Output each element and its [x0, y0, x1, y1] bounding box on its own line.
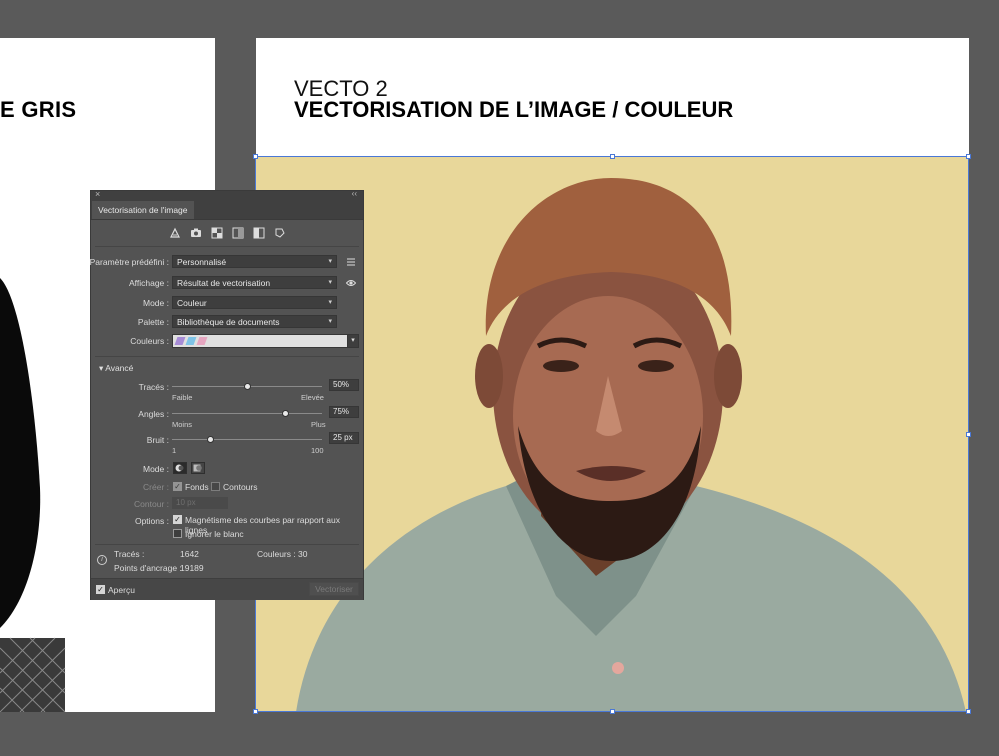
- preset-dropdown[interactable]: Personnalisé ▾: [172, 255, 337, 268]
- grayscale-icon[interactable]: [232, 227, 244, 239]
- divider: [95, 356, 359, 357]
- method-label: Mode :: [143, 464, 169, 474]
- palette-value: Bibliothèque de documents: [177, 317, 280, 327]
- left-artboard-title: E GRIS: [0, 97, 77, 122]
- grayscale-portrait-image: [0, 278, 66, 712]
- anchors-count-value: 19189: [180, 563, 204, 573]
- fills-checkbox[interactable]: ✓: [173, 482, 182, 491]
- ignore-white-label: Ignorer le blanc: [185, 529, 244, 539]
- preset-icon-row: [91, 225, 363, 243]
- paths-max-label: Elevée: [301, 393, 324, 402]
- paths-slider-thumb[interactable]: [244, 383, 251, 390]
- colors-count-label: Couleurs :: [257, 549, 296, 559]
- ignore-white-checkbox[interactable]: [173, 529, 182, 538]
- palette-dropdown[interactable]: Bibliothèque de documents ▾: [172, 315, 337, 328]
- triangle-down-icon: ▾: [99, 363, 104, 373]
- image-trace-panel: × ‹‹ Vectorisation de l'image Paramètre …: [89, 189, 364, 600]
- tab-image-trace[interactable]: Vectorisation de l'image: [92, 201, 194, 219]
- angles-max-label: Plus: [311, 420, 326, 429]
- panel-footer: ✓ Aperçu Vectoriser: [91, 578, 363, 600]
- preset-value: Personnalisé: [177, 257, 227, 267]
- stroke-value-input[interactable]: 10 px: [172, 497, 228, 509]
- high-color-icon[interactable]: [190, 227, 202, 239]
- strokes-label: Contours: [223, 482, 258, 492]
- colors-count-value: 30: [298, 549, 308, 559]
- color-swatches[interactable]: [172, 334, 348, 348]
- eye-icon[interactable]: [346, 278, 356, 288]
- preview-checkbox[interactable]: ✓: [96, 585, 105, 594]
- auto-color-icon[interactable]: [169, 227, 181, 239]
- paths-count-label: Tracés :: [114, 549, 145, 559]
- anchors-count-label: Points d'ancrage :: [114, 563, 182, 573]
- angles-slider-track[interactable]: [172, 413, 322, 414]
- angles-value-input[interactable]: 75%: [329, 406, 359, 418]
- color-swatch[interactable]: [174, 337, 186, 345]
- chevron-down-icon: ▾: [328, 258, 332, 265]
- display-dropdown[interactable]: Résultat de vectorisation ▾: [172, 276, 337, 289]
- overlapping-method-button[interactable]: [191, 462, 205, 474]
- low-color-icon[interactable]: [211, 227, 223, 239]
- mode-dropdown[interactable]: Couleur ▾: [172, 296, 337, 309]
- paths-value-input[interactable]: 50%: [329, 379, 359, 391]
- mode-value: Couleur: [177, 298, 207, 308]
- create-label: Créer :: [143, 482, 169, 492]
- display-value: Résultat de vectorisation: [177, 278, 271, 288]
- noise-slider-track[interactable]: [172, 439, 322, 440]
- colors-label: Couleurs :: [130, 336, 169, 346]
- options-label: Options :: [134, 516, 169, 526]
- display-label: Affichage :: [128, 278, 169, 288]
- divider: [95, 544, 359, 545]
- angles-slider-thumb[interactable]: [281, 410, 289, 417]
- preset-label: Paramètre prédéfini :: [89, 257, 169, 267]
- color-swatch[interactable]: [185, 337, 197, 345]
- paths-min-label: Faible: [172, 393, 193, 402]
- fills-label: Fonds: [185, 482, 209, 492]
- preview-label: Aperçu: [108, 585, 135, 595]
- paths-label: Tracés :: [138, 382, 169, 392]
- info-icon: i: [97, 555, 107, 565]
- noise-min-label: 1: [172, 446, 177, 455]
- swatch-menu-button[interactable]: ▾: [347, 334, 359, 348]
- mode-label: Mode :: [143, 298, 169, 308]
- noise-label: Bruit :: [146, 435, 169, 445]
- angles-min-label: Moins: [172, 420, 193, 429]
- strokes-checkbox[interactable]: [211, 482, 220, 491]
- abutting-icon: [175, 464, 184, 472]
- panel-tab-bar: Vectorisation de l'image: [91, 201, 363, 220]
- chevron-down-icon: ▾: [328, 299, 332, 306]
- stroke-label: Contour :: [134, 499, 169, 509]
- noise-max-label: 100: [311, 446, 324, 455]
- preset-list-icon[interactable]: [346, 257, 356, 267]
- collapse-icon[interactable]: ‹‹: [352, 189, 357, 198]
- overlapping-icon: [193, 464, 202, 472]
- noise-slider-thumb[interactable]: [206, 436, 214, 443]
- snap-curves-checkbox[interactable]: ✓: [173, 515, 182, 524]
- close-icon[interactable]: ×: [95, 189, 100, 199]
- advanced-label: Avancé: [105, 363, 134, 373]
- angles-label: Angles :: [138, 409, 169, 419]
- chevron-down-icon: ▾: [328, 279, 332, 286]
- divider: [95, 246, 359, 247]
- outline-icon[interactable]: [274, 227, 286, 239]
- paths-count-value: 1642: [180, 549, 199, 559]
- abutting-method-button[interactable]: [173, 462, 187, 474]
- artboard-title: VECTORISATION DE L’IMAGE / COULEUR: [294, 97, 734, 122]
- palette-label: Palette :: [137, 317, 169, 327]
- color-swatch[interactable]: [196, 337, 208, 345]
- advanced-toggle[interactable]: ▾ Avancé: [99, 363, 133, 374]
- panel-title-bar[interactable]: × ‹‹: [91, 189, 363, 201]
- trace-button[interactable]: Vectoriser: [309, 582, 359, 596]
- black-white-icon[interactable]: [253, 227, 265, 239]
- noise-value-input[interactable]: 25 px: [329, 432, 359, 444]
- chevron-down-icon: ▾: [328, 318, 332, 325]
